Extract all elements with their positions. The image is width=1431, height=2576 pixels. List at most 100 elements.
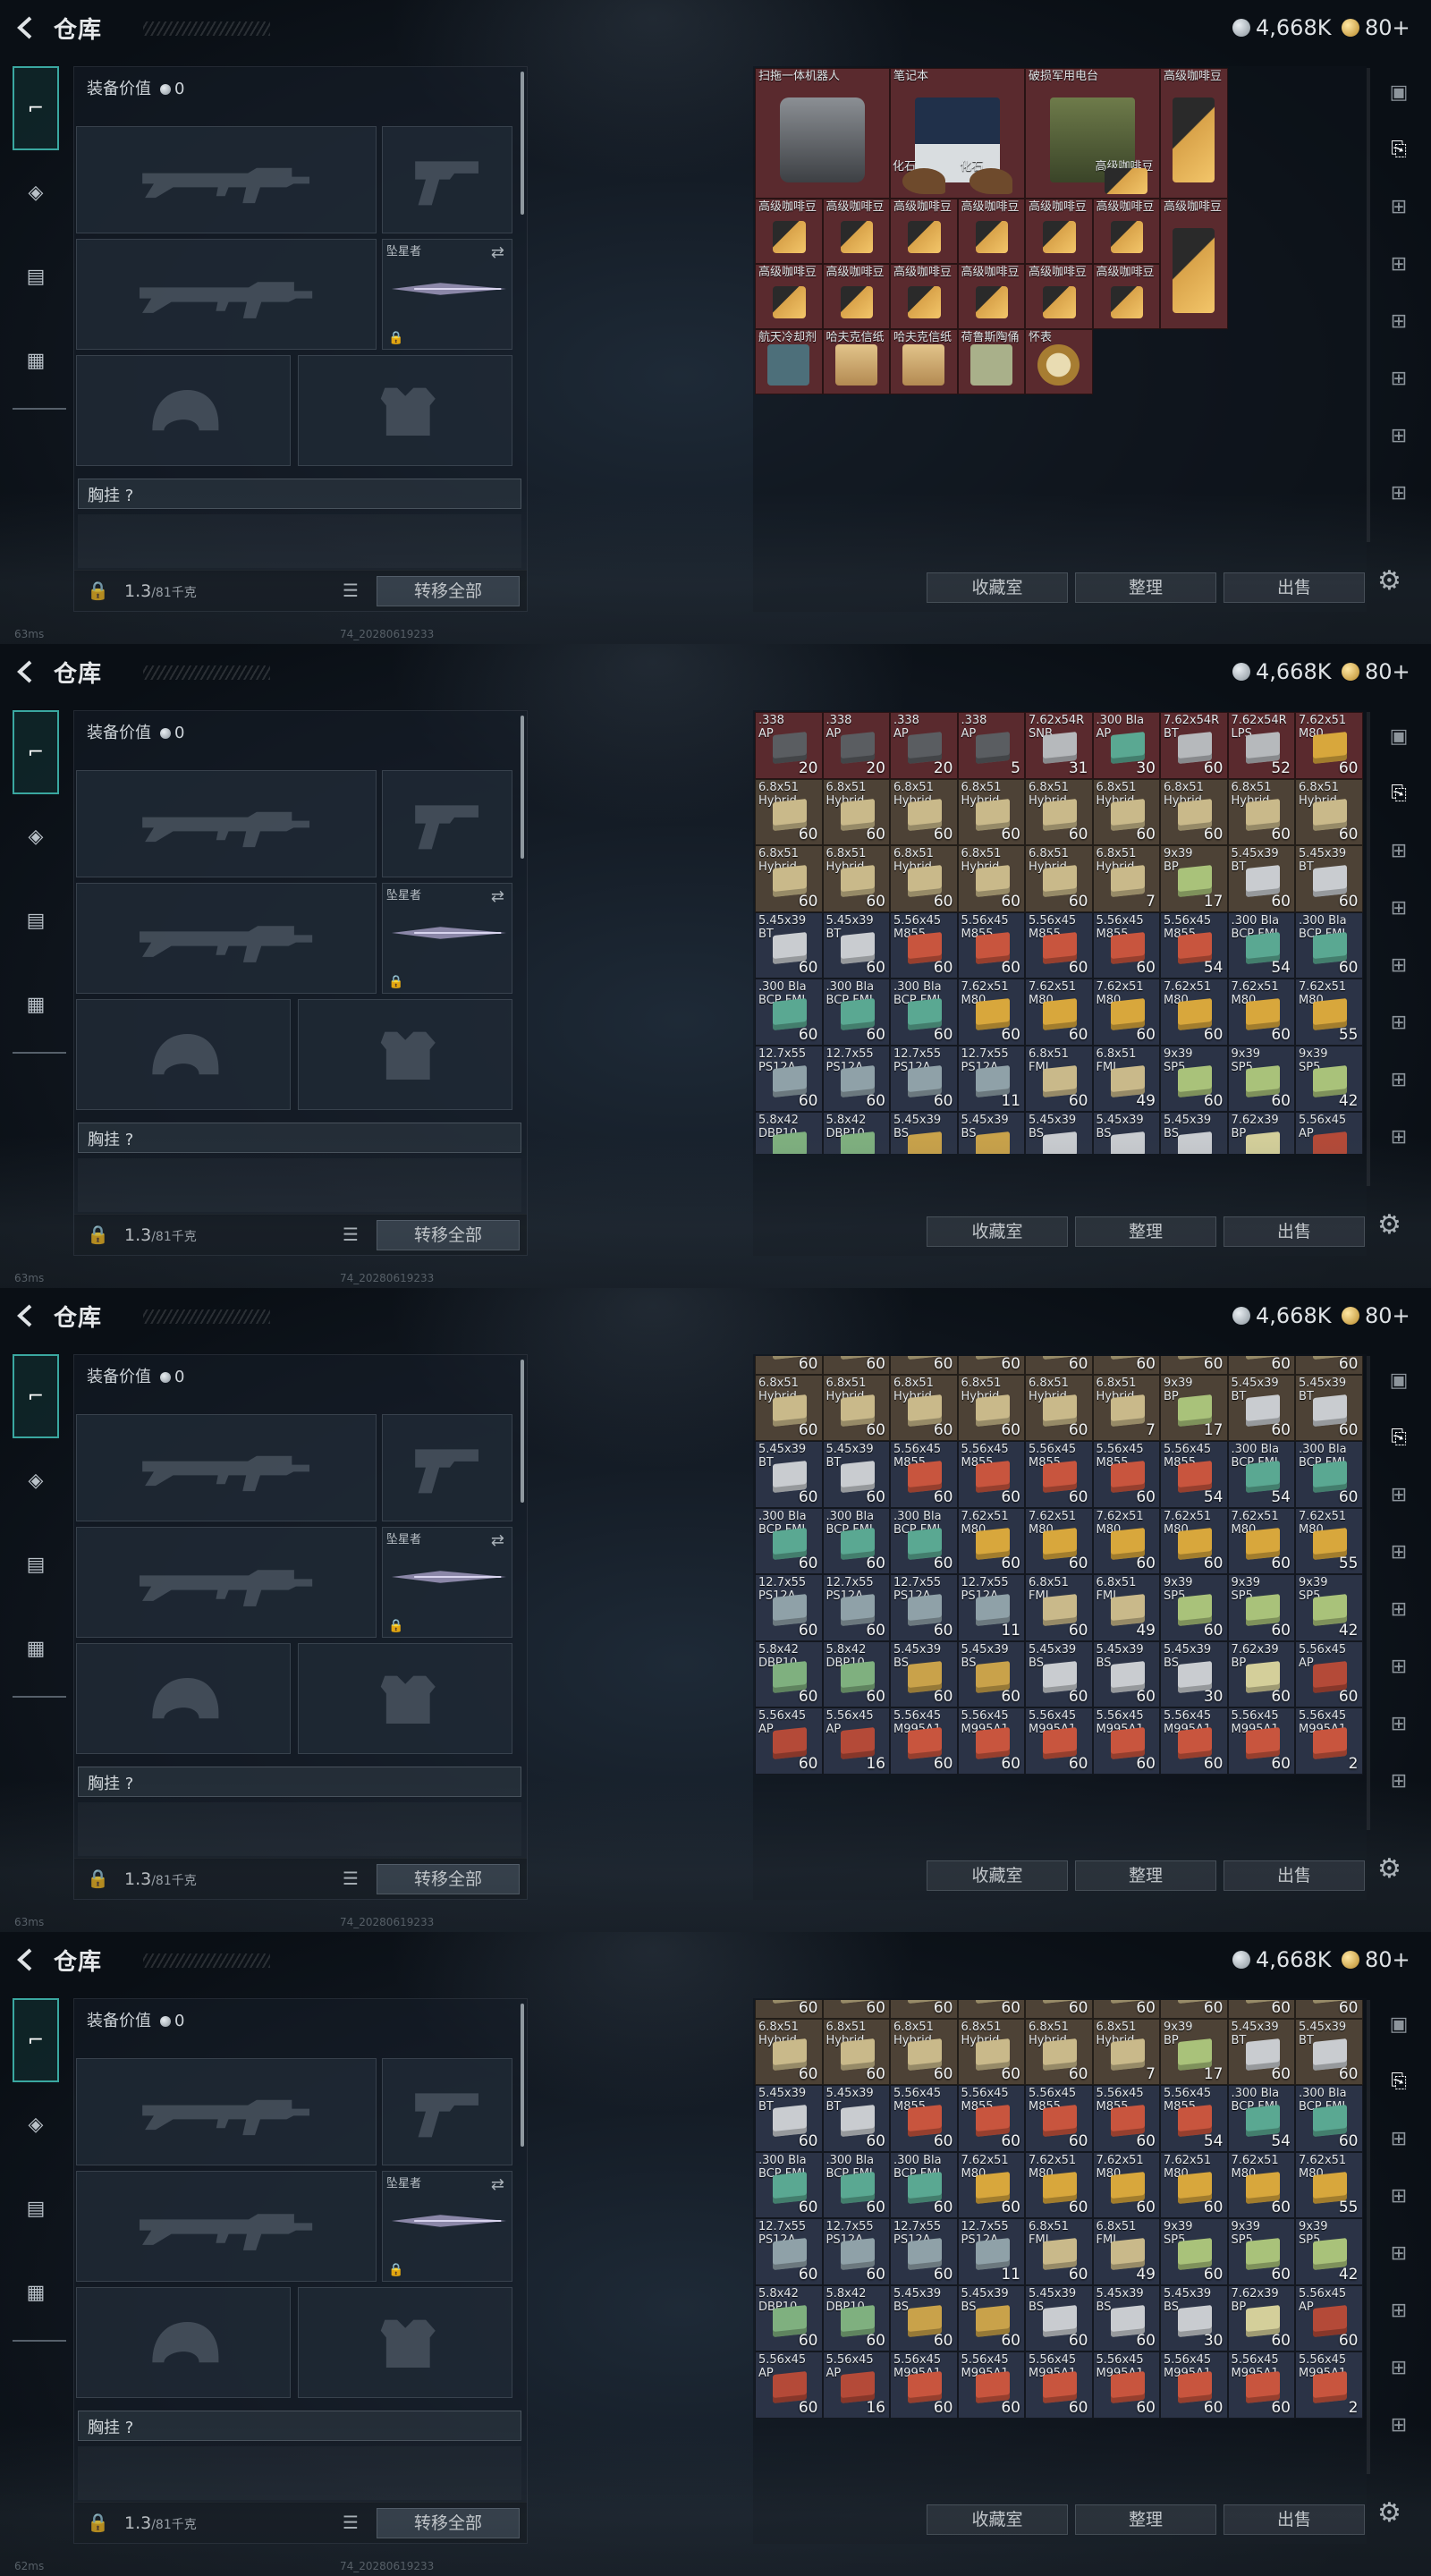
container-7-icon[interactable]: ⊞ [1381, 2351, 1417, 2386]
settings-gear-icon[interactable]: ⚙ [1377, 565, 1401, 597]
pistol-tab[interactable]: ⌐ [13, 66, 59, 150]
settings-gear-icon[interactable]: ⚙ [1377, 2497, 1401, 2529]
ammo-cell[interactable]: 7.62x51 M80 60 [1227, 2151, 1295, 2218]
collection-room-button[interactable]: 收藏室 [927, 2504, 1068, 2535]
ammo-cell[interactable]: 5.56x45 M995A12 [1295, 2351, 1363, 2419]
ammo-cell[interactable]: 5.8x42 DBP1060 [822, 1640, 890, 1707]
ammo-cell[interactable]: 7.62x51 M80 60 [1025, 2151, 1093, 2218]
ammo-cell[interactable]: 6.8x51 Hybrid60 [1025, 1374, 1093, 1441]
ammo-cell[interactable]: 6.8x51 Hybrid60 [890, 778, 958, 845]
armor-slot[interactable] [298, 355, 512, 466]
ammo-cell[interactable]: 7.62x51 M80 60 [1227, 979, 1295, 1046]
ammo-cell[interactable]: .300 Bla BCP FMJ60 [1295, 911, 1363, 979]
list-view-icon[interactable]: ☰ [343, 1868, 359, 1889]
container-6-icon[interactable]: ⊞ [1381, 1649, 1417, 1685]
ammo-cell[interactable]: .300 Bla BCP FMJ54 [1227, 2085, 1295, 2152]
ammo-cell[interactable]: 5.45x39 BS60 [890, 1640, 958, 1707]
ammo-cell[interactable]: 9x39 SP5 42 [1295, 1045, 1363, 1112]
ammo-cell[interactable]: 6.8x51 Hybrid60 [1160, 778, 1228, 845]
pistol-slot[interactable] [382, 1414, 512, 1521]
ammo-cell[interactable]: 5.45x39 BT 60 [822, 1441, 890, 1508]
ammo-cell[interactable]: 60 [1295, 2000, 1363, 2019]
ammo-cell[interactable]: 5.56x45 M995A160 [1160, 1707, 1228, 1775]
armor-tab[interactable]: ◈ [13, 1438, 59, 1522]
ammo-cell[interactable]: 5.56x45 M995A160 [1227, 2351, 1295, 2419]
ammo-cell[interactable]: 7.62x54R LPS 52 [1227, 712, 1295, 779]
ammo-cell[interactable]: 60 [1227, 2000, 1295, 2019]
list-view-icon[interactable]: ☰ [343, 2512, 359, 2533]
ammo-cell[interactable]: .300 Bla BCP FMJ54 [1227, 1441, 1295, 1508]
stash-item-coffee[interactable]: 高级咖啡豆 [1092, 199, 1160, 264]
ammo-cell[interactable]: 7.62x51 M80 60 [957, 979, 1025, 1046]
pistol-slot[interactable] [382, 2058, 512, 2165]
ammo-cell[interactable]: 12.7x55 PS12A60 [822, 1574, 890, 1641]
secondary-weapon-slot[interactable] [76, 883, 377, 994]
ammo-cell[interactable]: 6.8x51 Hybrid60 [822, 778, 890, 845]
stash-item-watch[interactable]: 怀表 [1025, 329, 1093, 394]
ammo-cell[interactable]: .300 Bla BCP FMJ60 [1295, 1441, 1363, 1508]
ammo-cell[interactable]: 60 [1227, 1356, 1295, 1375]
move-all-button[interactable]: 转移全部 [377, 1864, 520, 1894]
stash-item-coffee[interactable]: 高级咖啡豆 [755, 199, 823, 264]
ammo-cell[interactable]: 5.8x42 DBP1060 [755, 1640, 823, 1707]
ammo-cell[interactable]: 12.7x55 PS12A60 [890, 1045, 958, 1112]
melee-slot[interactable]: 坠星者 ⇄ 🔒 [382, 2171, 512, 2282]
secondary-weapon-slot[interactable] [76, 239, 377, 350]
ammo-cell[interactable]: 6.8x51 Hybrid60 [957, 845, 1025, 912]
ammo-cell[interactable]: 5.56x45 M855 60 [957, 1441, 1025, 1508]
container-7-icon[interactable]: ⊞ [1381, 1707, 1417, 1742]
ammo-cell[interactable]: 6.8x51 FMJ 60 [1025, 1574, 1093, 1641]
equipment-scrollbar[interactable] [521, 72, 524, 215]
ammo-cell[interactable]: 7.62x51 M80 60 [1160, 2151, 1228, 2218]
ammo-cell[interactable]: 12.7x55 PS12A11 [957, 1045, 1025, 1112]
ammo-cell[interactable]: .300 Bla BCP FMJ60 [890, 979, 958, 1046]
stash-item-cooler[interactable]: 航天冷却剂 [755, 329, 823, 394]
move-all-button[interactable]: 转移全部 [377, 2508, 520, 2538]
ammo-cell[interactable]: 5.56x45 M995A160 [1160, 2351, 1228, 2419]
stash-scrollbar[interactable] [1367, 2000, 1370, 2474]
container-3-icon[interactable]: ⊞ [1381, 1478, 1417, 1513]
stash-scrollbar[interactable] [1367, 1356, 1370, 1830]
ammo-cell[interactable]: 5.56x45 M995A160 [1092, 1707, 1160, 1775]
silver-balance[interactable]: 4,668K [1232, 1946, 1331, 1973]
ammo-cell[interactable]: 12.7x55 PS12A60 [755, 1574, 823, 1641]
equipment-scrollbar[interactable] [521, 1360, 524, 1503]
armor-slot[interactable] [298, 999, 512, 1110]
container-3-icon[interactable]: ⊞ [1381, 190, 1417, 225]
ammo-cell[interactable]: .300 Bla BCP FMJ60 [755, 979, 823, 1046]
armor-tab[interactable]: ◈ [13, 794, 59, 878]
ammo-cell[interactable]: 6.8x51 Hybrid60 [1092, 778, 1160, 845]
weight-lock-icon[interactable]: 🔒 [87, 580, 109, 601]
ammo-cell[interactable]: 5.56x45 M995A160 [957, 1707, 1025, 1775]
stash-scrollbar[interactable] [1367, 712, 1370, 1186]
ammo-cell[interactable]: .338 AP 5 [957, 712, 1025, 779]
stash-item-fossil[interactable]: 化石 [890, 159, 958, 199]
gold-balance[interactable]: 80+ [1342, 1946, 1410, 1973]
ammo-cell[interactable]: 9x39 BP 17 [1160, 845, 1228, 912]
ammo-cell[interactable]: 60 [1295, 1356, 1363, 1375]
ammo-cell[interactable]: 7.62x51 M80 60 [1092, 979, 1160, 1046]
ammo-cell[interactable]: 5.45x39 BS60 [1025, 2284, 1093, 2351]
ammo-cell[interactable]: 7.62x51 M80 60 [1227, 1507, 1295, 1574]
secondary-weapon-slot[interactable] [76, 2171, 377, 2282]
ammo-cell[interactable]: 60 [1160, 2000, 1228, 2019]
swap-icon[interactable]: ⇄ [491, 887, 504, 906]
stash-item-coffee[interactable]: 高级咖啡豆 [890, 199, 958, 264]
primary-weapon-slot[interactable] [76, 2058, 377, 2165]
ammo-cell[interactable]: 5.8x42 DBP1060 [755, 2284, 823, 2351]
stash-item-coffee[interactable]: 高级咖啡豆 [957, 264, 1025, 329]
ammo-cell[interactable]: 12.7x55 PS12A60 [755, 2218, 823, 2285]
ammo-cell[interactable]: 6.8x51 FMJ 49 [1092, 2218, 1160, 2285]
ammo-cell[interactable]: 60 [957, 1356, 1025, 1375]
ammo-cell[interactable]: 5.45x39 BS30 [1160, 1112, 1228, 1154]
pistol-tab[interactable]: ⌐ [13, 710, 59, 794]
ammo-cell[interactable]: 5.56x45 M855 54 [1160, 1441, 1228, 1508]
ammo-cell[interactable]: .300 Bla BCP FMJ60 [822, 979, 890, 1046]
move-all-button[interactable]: 转移全部 [377, 576, 520, 606]
ammo-cell[interactable]: 6.8x51 FMJ 49 [1092, 1574, 1160, 1641]
silver-balance[interactable]: 4,668K [1232, 14, 1331, 41]
collection-room-button[interactable]: 收藏室 [927, 1216, 1068, 1247]
gold-balance[interactable]: 80+ [1342, 658, 1410, 685]
ammo-cell[interactable]: 5.56x45 M855 60 [1092, 2085, 1160, 2152]
container-6-icon[interactable]: ⊞ [1381, 361, 1417, 397]
